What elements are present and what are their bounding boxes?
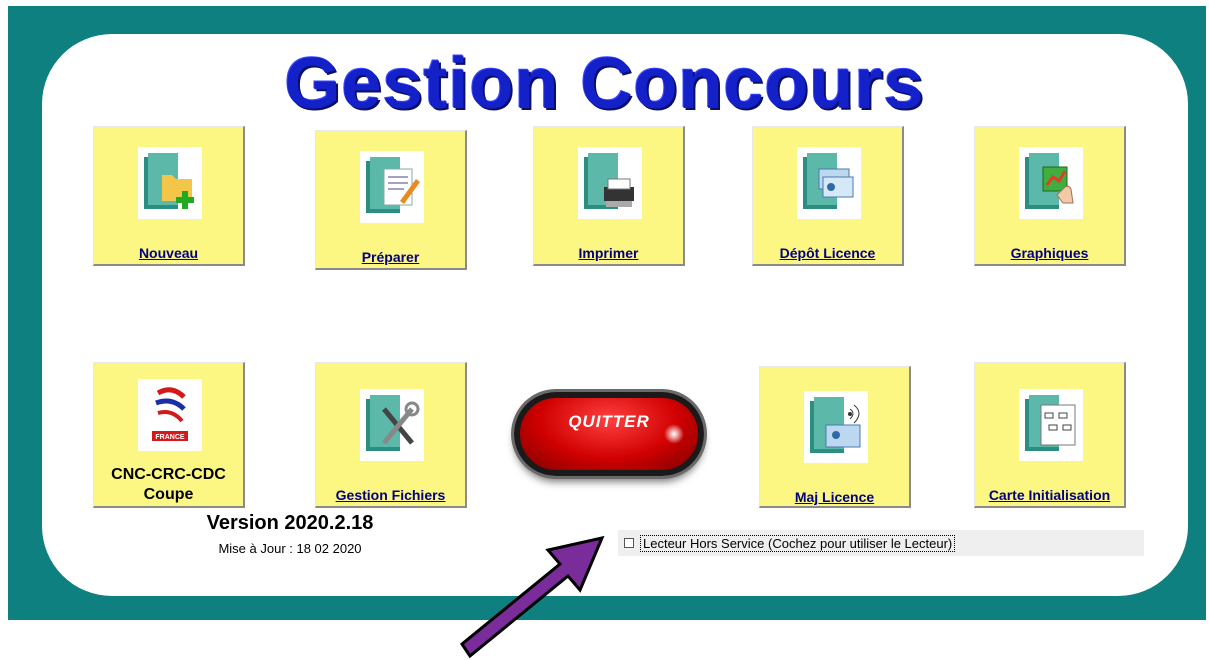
- nouveau-button[interactable]: Nouveau: [93, 126, 245, 266]
- preparer-button[interactable]: Préparer: [315, 130, 467, 270]
- quitter-button[interactable]: QUITTER: [514, 392, 704, 476]
- shine-glint-icon: [664, 424, 684, 444]
- purple-arrow-icon: [459, 535, 605, 659]
- imprimer-button[interactable]: Imprimer: [533, 126, 685, 266]
- cnc-crc-cdc-coupe-button[interactable]: FRANCE CNC-CRC-CDC Coupe: [93, 362, 245, 508]
- cnc-label-line2: Coupe: [143, 486, 194, 503]
- app-title: Gestion Concours: [284, 44, 925, 124]
- version-label: Version 2020.2.18: [206, 512, 374, 534]
- gestion-fichiers-button[interactable]: Gestion Fichiers: [315, 362, 467, 508]
- carte-initialisation-label: Carte Initialisation: [988, 487, 1111, 503]
- logo-text: FRANCE: [155, 434, 184, 441]
- cnc-label-line1: CNC-CRC-CDC: [111, 466, 226, 483]
- licence-cards-icon: [797, 147, 861, 219]
- maj-licence-label: Maj Licence: [794, 489, 875, 505]
- depot-licence-label: Dépôt Licence: [779, 245, 876, 261]
- depot-licence-button[interactable]: Dépôt Licence: [752, 126, 904, 266]
- folder-add-icon: [138, 147, 202, 219]
- reader-checkbox[interactable]: [624, 538, 634, 548]
- tools-folder-icon: [360, 389, 424, 461]
- graphiques-button[interactable]: Graphiques: [974, 126, 1126, 266]
- folder-edit-icon: [360, 151, 424, 223]
- graphiques-label: Graphiques: [1010, 245, 1089, 261]
- update-date-label: Mise à Jour : 18 02 2020: [218, 541, 362, 556]
- wireless-card-icon: [804, 391, 868, 463]
- nouveau-label: Nouveau: [138, 245, 199, 261]
- maj-licence-button[interactable]: Maj Licence: [759, 366, 911, 508]
- touch-chart-icon: [1019, 147, 1083, 219]
- reader-checkbox-label: Lecteur Hors Service (Cochez pour utilis…: [640, 534, 956, 552]
- printer-icon: [578, 147, 642, 219]
- card-diagram-icon: [1019, 389, 1083, 461]
- ffbb-rooster-logo-icon: FRANCE: [138, 379, 202, 451]
- carte-initialisation-button[interactable]: Carte Initialisation: [974, 362, 1126, 508]
- preparer-label: Préparer: [361, 249, 420, 265]
- imprimer-label: Imprimer: [578, 245, 639, 261]
- gestion-fichiers-label: Gestion Fichiers: [335, 487, 446, 503]
- reader-checkbox-row[interactable]: Lecteur Hors Service (Cochez pour utilis…: [618, 530, 1144, 556]
